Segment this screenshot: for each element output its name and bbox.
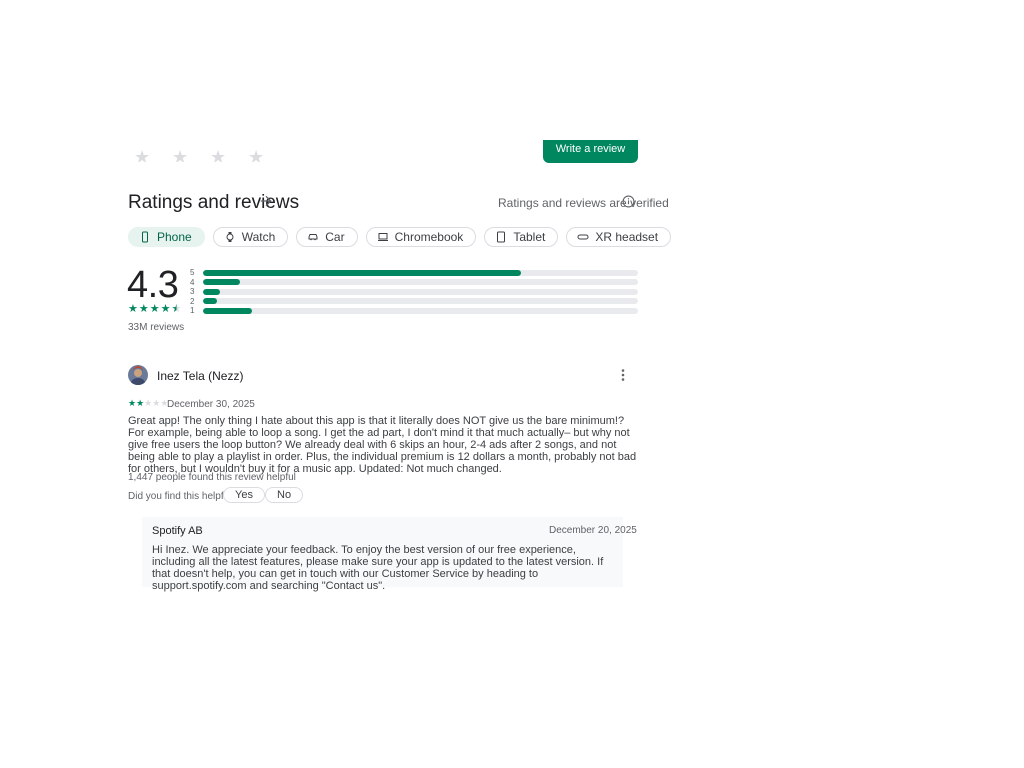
bar-fill [203, 288, 221, 295]
chip-label: Phone [157, 230, 192, 244]
bar-label: 4 [190, 277, 195, 287]
avatar-image [128, 365, 148, 385]
star-icon: ★ [152, 398, 161, 408]
rating-bar-row: 5 [190, 268, 638, 278]
chip-tablet[interactable]: Tablet [484, 227, 559, 247]
review-stars: ★ ★ ★ ★ ★ [128, 399, 168, 408]
bar-track [203, 307, 638, 314]
arrow-right-icon[interactable] [258, 193, 274, 209]
device-filter-chips: Phone Watch Car Chromebook Tablet XR hea… [128, 227, 672, 247]
star-icon: ★ [149, 303, 160, 315]
tablet-icon [497, 231, 506, 243]
review-text: Great app! The only thing I hate about t… [128, 415, 637, 475]
headset-icon [577, 234, 589, 240]
star-half-icon: ★ [171, 303, 182, 315]
helpful-count: 1,447 people found this review helpful [128, 472, 296, 483]
laptop-icon [377, 233, 388, 241]
developer-name: Spotify AB [152, 525, 203, 537]
review-count: 33M reviews [128, 322, 185, 333]
chip-watch[interactable]: Watch [212, 227, 289, 247]
summary-stars: ★ ★ ★ ★ ★ [128, 304, 181, 315]
helpful-no-button[interactable]: No [265, 487, 304, 503]
star-icon[interactable]: ★ [172, 150, 188, 162]
bar-track [203, 279, 638, 286]
star-icon[interactable]: ★ [134, 150, 150, 162]
helpful-yes-button[interactable]: Yes [223, 487, 265, 503]
bar-label: 5 [190, 268, 195, 278]
rating-bar-row: 4 [190, 278, 638, 288]
chip-label: Car [325, 230, 345, 244]
verified-text: Ratings and reviews are verified [498, 196, 669, 210]
avatar [128, 365, 148, 385]
star-icon[interactable]: ★ [210, 150, 226, 162]
bar-fill [203, 279, 240, 286]
star-icon: ★ [144, 398, 153, 408]
average-rating: 4.3 [127, 264, 179, 306]
bar-track [203, 298, 638, 305]
star-icon: ★ [128, 303, 138, 315]
bar-fill [203, 307, 253, 314]
more-vert-icon[interactable] [617, 368, 629, 382]
bar-label: 3 [190, 287, 195, 297]
chip-label: Watch [241, 230, 276, 244]
rating-bar-row: 2 [190, 297, 638, 307]
bar-label: 2 [190, 296, 195, 306]
bar-label: 1 [190, 306, 195, 316]
bar-track [203, 269, 638, 276]
bar-fill [203, 269, 521, 276]
phone-icon [142, 231, 148, 243]
watch-icon [226, 232, 234, 242]
chip-car[interactable]: Car [296, 227, 358, 247]
bar-track [203, 288, 638, 295]
star-icon: ★ [160, 303, 171, 315]
reply-text: Hi Inez. We appreciate your feedback. To… [152, 544, 604, 592]
review-date: December 30, 2025 [167, 399, 255, 410]
helpful-question: Did you find this helpful? [128, 491, 237, 502]
chip-label: Chromebook [394, 230, 464, 244]
info-icon[interactable] [622, 195, 635, 208]
star-icon: ★ [128, 398, 137, 408]
write-review-button[interactable]: Write a review [543, 140, 638, 163]
chip-label: XR headset [595, 230, 659, 244]
star-icon: ★ [136, 398, 145, 408]
chip-chromebook[interactable]: Chromebook [365, 227, 477, 247]
car-icon [308, 234, 318, 241]
rate-app-stars[interactable]: ★★★★★ [134, 150, 304, 162]
reply-date: December 20, 2025 [549, 525, 637, 536]
rating-bar-row: 1 [190, 306, 638, 316]
rating-distribution: 5 4 3 2 1 [190, 268, 638, 316]
chip-xr-headset[interactable]: XR headset [566, 227, 672, 247]
star-icon[interactable]: ★ [248, 150, 264, 162]
bar-fill [203, 298, 218, 305]
star-icon: ★ [138, 303, 149, 315]
chip-phone[interactable]: Phone [128, 227, 205, 247]
chip-label: Tablet [513, 230, 546, 244]
reviewer-name: Inez Tela (Nezz) [157, 369, 244, 383]
rating-bar-row: 3 [190, 287, 638, 297]
